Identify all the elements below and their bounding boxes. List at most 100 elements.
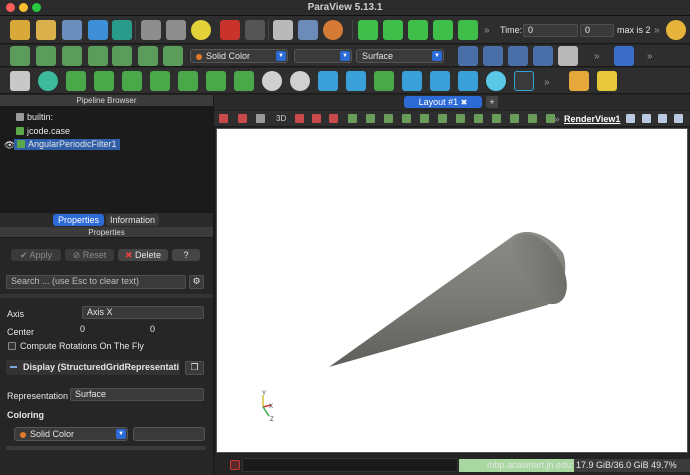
toolbar-overflow-icon[interactable]: »: [544, 77, 550, 88]
render-view[interactable]: Y X Z: [216, 128, 688, 453]
add-layout-button[interactable]: +: [486, 96, 498, 108]
connect-icon[interactable]: [88, 20, 108, 40]
select-points-through-icon[interactable]: [402, 114, 411, 123]
save-state-icon[interactable]: [298, 20, 318, 40]
pipeline-item-angular-periodic-filter[interactable]: AngularPeriodicFilter1: [14, 139, 120, 150]
rotate-view-icon[interactable]: [163, 46, 183, 66]
group-datasets-icon[interactable]: [262, 71, 282, 91]
interactive-select-icon[interactable]: [456, 114, 465, 123]
tab-information[interactable]: Information: [106, 214, 159, 226]
reset-camera-x-icon[interactable]: [88, 46, 108, 66]
histogram-icon[interactable]: [346, 71, 366, 91]
glyph-icon[interactable]: [178, 71, 198, 91]
memory-inspector[interactable]: mbp.acasmart.jh.edu: 17.9 GiB/36.0 GiB 4…: [459, 459, 690, 472]
help-button[interactable]: ?: [172, 249, 200, 261]
close-icon[interactable]: ✖: [461, 98, 468, 107]
clock-icon[interactable]: [191, 20, 211, 40]
add-selection-icon[interactable]: [312, 114, 321, 123]
rescale-temporal-icon[interactable]: [533, 46, 553, 66]
axis-combo[interactable]: Axis X: [82, 306, 204, 319]
center-y-input[interactable]: 0: [146, 324, 204, 337]
select-block-icon[interactable]: [438, 114, 447, 123]
reset-button[interactable]: ⊘ Reset: [65, 249, 114, 261]
capture-icon[interactable]: [238, 114, 247, 123]
hover-cells-icon[interactable]: [492, 114, 501, 123]
center-x-input[interactable]: 0: [76, 324, 143, 337]
color-by-combo[interactable]: Solid Color ▼: [190, 49, 288, 63]
save-data-icon[interactable]: [62, 20, 82, 40]
representation-combo[interactable]: Surface ▼: [356, 49, 444, 63]
python-calculator-icon[interactable]: [402, 71, 422, 91]
copy-icon[interactable]: ❐: [185, 361, 204, 375]
redo-icon[interactable]: [245, 20, 265, 40]
split-vertical-icon[interactable]: [642, 114, 651, 123]
select-cells-through-icon[interactable]: [384, 114, 393, 123]
play-backward-icon[interactable]: [408, 20, 428, 40]
orientation-axes-icon[interactable]: [295, 114, 304, 123]
time-input[interactable]: 0: [523, 24, 578, 37]
previous-frame-icon[interactable]: [383, 20, 403, 40]
integrate-variables-icon[interactable]: [374, 71, 394, 91]
toolbar-overflow-icon[interactable]: »: [484, 25, 490, 36]
python-shell-icon[interactable]: [514, 71, 534, 91]
calculator-icon[interactable]: [10, 71, 30, 91]
panel-splitter[interactable]: [213, 95, 215, 475]
reset-camera-y-icon[interactable]: [112, 46, 132, 66]
extract-subset-icon[interactable]: [150, 71, 170, 91]
toolbar-overflow-icon[interactable]: »: [647, 51, 653, 62]
reset-camera-z-icon[interactable]: [138, 46, 158, 66]
tab-layout-1[interactable]: Layout #1 ✖: [404, 96, 482, 108]
close-view-icon[interactable]: [674, 114, 683, 123]
custom-range-icon[interactable]: [483, 46, 503, 66]
split-icon[interactable]: [219, 114, 228, 123]
split-horizontal-icon[interactable]: [626, 114, 635, 123]
threshold-icon[interactable]: [122, 71, 142, 91]
clip-icon[interactable]: [66, 71, 86, 91]
protractor-icon[interactable]: [597, 71, 617, 91]
warp-vector-icon[interactable]: [234, 71, 254, 91]
open-recent-icon[interactable]: [36, 20, 56, 40]
coloring-combo[interactable]: Solid Color ▼: [14, 427, 128, 441]
shrink-selection-icon[interactable]: [528, 114, 537, 123]
macro-icon[interactable]: [112, 20, 132, 40]
toolbar-overflow-icon[interactable]: »: [594, 51, 600, 62]
camera-icon[interactable]: [256, 114, 265, 123]
apply-button[interactable]: ✔ Apply: [11, 249, 61, 261]
play-icon[interactable]: [433, 20, 453, 40]
color-palette-icon[interactable]: [323, 20, 343, 40]
redo-camera-icon[interactable]: [166, 20, 186, 40]
pipeline-item-builtin[interactable]: builtin:: [16, 112, 53, 123]
select-polygon-icon[interactable]: [420, 114, 429, 123]
undo-camera-icon[interactable]: [141, 20, 161, 40]
view-3d-toggle[interactable]: 3D: [276, 114, 286, 123]
toolbar-overflow-icon[interactable]: »: [554, 114, 560, 125]
toolbar-overflow-icon[interactable]: »: [654, 25, 660, 36]
grow-selection-icon[interactable]: [510, 114, 519, 123]
lightbulb-icon[interactable]: [666, 20, 686, 40]
open-folder-icon[interactable]: [10, 20, 30, 40]
ruler-icon[interactable]: [569, 71, 589, 91]
maximize-icon[interactable]: [658, 114, 667, 123]
last-frame-icon[interactable]: [458, 20, 478, 40]
pipeline-item-jcode[interactable]: jcode.case: [16, 126, 70, 137]
snowflake-icon[interactable]: [486, 71, 506, 91]
rescale-range-icon[interactable]: [458, 46, 478, 66]
rescale-visible-icon[interactable]: [508, 46, 528, 66]
output-messages-icon[interactable]: [230, 460, 240, 470]
tab-properties[interactable]: Properties: [53, 214, 104, 226]
representation-field[interactable]: Surface: [70, 388, 204, 401]
undo-icon[interactable]: [220, 20, 240, 40]
show-center-icon[interactable]: [62, 46, 82, 66]
display-section-header[interactable]: Display (StructuredGridRepresentati: [6, 360, 180, 375]
extract-level-icon[interactable]: [290, 71, 310, 91]
coloring-component-combo[interactable]: [133, 427, 205, 441]
remove-selection-icon[interactable]: [329, 114, 338, 123]
center-axes-icon[interactable]: [10, 46, 30, 66]
first-frame-icon[interactable]: [358, 20, 378, 40]
select-cells-icon[interactable]: [348, 114, 357, 123]
pick-center-icon[interactable]: [36, 46, 56, 66]
plot-over-line-icon[interactable]: [318, 71, 338, 91]
gear-icon[interactable]: ⚙: [189, 275, 204, 289]
properties-search-input[interactable]: Search ... (use Esc to clear text): [6, 275, 186, 289]
hover-points-icon[interactable]: [474, 114, 483, 123]
